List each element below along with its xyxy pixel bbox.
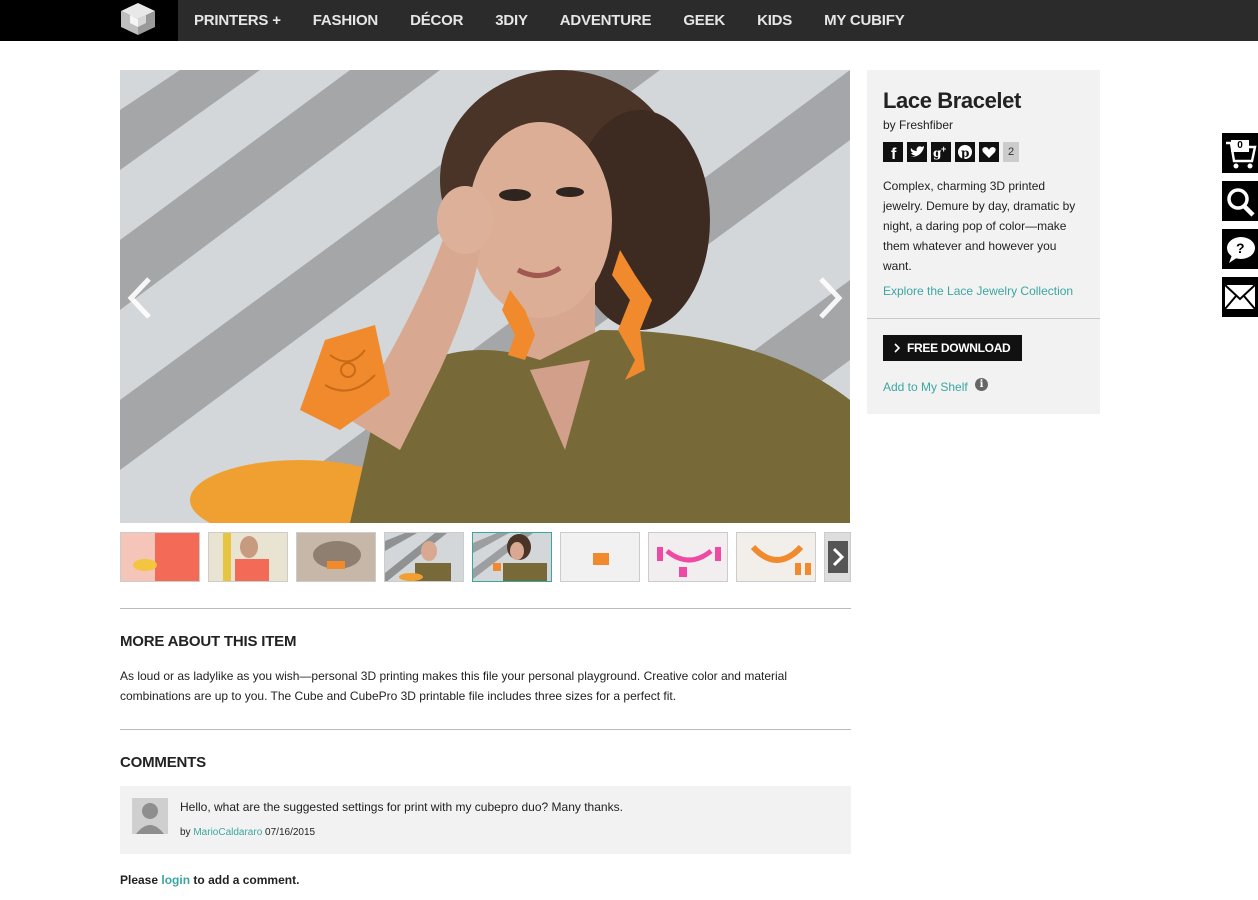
svg-text:f: f: [891, 146, 897, 162]
top-navigation: PRINTERS + FASHION DÉCOR 3DIY ADVENTURE …: [0, 0, 1258, 41]
thumbnail-strip: [120, 532, 851, 582]
nav-item-fashion[interactable]: FASHION: [297, 12, 394, 29]
mail-icon: [1222, 277, 1258, 317]
svg-text:+: +: [941, 144, 946, 154]
social-share-bar: f g + p 2: [883, 142, 1019, 162]
more-about-text: As loud or as ladylike as you wish—perso…: [120, 669, 787, 703]
user-avatar-icon: [132, 798, 168, 834]
cart-count: 0: [1231, 140, 1249, 152]
twitter-icon[interactable]: [907, 142, 927, 162]
product-photo: [120, 70, 850, 523]
nav-item-kids[interactable]: KIDS: [741, 12, 808, 29]
nav-item-adventure[interactable]: ADVENTURE: [544, 12, 668, 29]
login-prefix: Please: [120, 873, 159, 887]
comment-item: Hello, what are the suggested settings f…: [120, 786, 851, 854]
hero-image: [120, 70, 850, 523]
comment-by-prefix: by: [180, 827, 191, 838]
product-description: Complex, charming 3D printed jewelry. De…: [883, 179, 1076, 273]
like-count: 2: [1003, 142, 1019, 162]
cart-icon: [1222, 133, 1258, 173]
thumbnail-6[interactable]: [560, 532, 640, 582]
facebook-icon[interactable]: f: [883, 142, 903, 162]
thumbnail-2[interactable]: [208, 532, 288, 582]
thumbnail-1[interactable]: [120, 532, 200, 582]
add-to-shelf-link[interactable]: Add to My Shelf: [883, 380, 968, 394]
login-prompt: Please login to add a comment.: [120, 873, 299, 887]
thumbnail-next-bg: [828, 541, 848, 573]
thumbnail-3[interactable]: [296, 532, 376, 582]
cubify-logo-icon[interactable]: [118, 1, 158, 37]
comments-title: COMMENTS: [120, 754, 206, 771]
product-author: by Freshfiber: [883, 118, 954, 132]
google-plus-icon[interactable]: g +: [931, 142, 951, 162]
thumbnail-next-button[interactable]: [824, 532, 851, 582]
comment-author-link[interactable]: MarioCaldararo: [193, 827, 262, 838]
login-suffix: to add a comment.: [193, 873, 300, 887]
thumbnail-7[interactable]: [648, 532, 728, 582]
thumbnail-5[interactable]: [472, 532, 552, 582]
help-icon: ?: [1222, 229, 1258, 269]
nav-item-3diy[interactable]: 3DIY: [479, 12, 544, 29]
svg-text:p: p: [961, 146, 969, 160]
search-icon: [1222, 181, 1258, 221]
product-title: Lace Bracelet: [883, 88, 1021, 113]
login-link[interactable]: login: [161, 873, 190, 887]
cart-button[interactable]: 0: [1222, 133, 1258, 173]
info-icon[interactable]: i: [975, 378, 988, 391]
product-panel: Lace Bracelet by Freshfiber f g + p 2 Com…: [867, 70, 1100, 414]
chevron-right-icon: [832, 547, 845, 567]
logo-area: [0, 0, 178, 41]
help-button[interactable]: ?: [1222, 229, 1258, 269]
nav-menu: PRINTERS + FASHION DÉCOR 3DIY ADVENTURE …: [178, 0, 921, 41]
nav-item-printers[interactable]: PRINTERS +: [178, 12, 297, 29]
svg-text:?: ?: [1236, 240, 1245, 256]
hero-prev-arrow[interactable]: [125, 275, 155, 321]
panel-divider: [867, 318, 1100, 319]
pinterest-icon[interactable]: p: [955, 142, 975, 162]
thumbnail-8[interactable]: [736, 532, 816, 582]
free-download-button[interactable]: FREE DOWNLOAD: [883, 335, 1022, 361]
divider-2: [120, 729, 851, 730]
nav-item-decor[interactable]: DÉCOR: [394, 12, 479, 29]
thumbnail-4[interactable]: [384, 532, 464, 582]
avatar: [132, 798, 168, 834]
hero-next-arrow[interactable]: [815, 275, 845, 321]
explore-collection-link[interactable]: Explore the Lace Jewelry Collection: [883, 284, 1073, 298]
contact-button[interactable]: [1222, 277, 1258, 317]
nav-item-geek[interactable]: GEEK: [667, 12, 741, 29]
comment-text: Hello, what are the suggested settings f…: [180, 800, 623, 814]
search-button[interactable]: [1222, 181, 1258, 221]
heart-icon[interactable]: [979, 142, 999, 162]
comment-date: 07/16/2015: [265, 827, 316, 838]
divider-1: [120, 608, 851, 609]
download-label: FREE DOWNLOAD: [907, 341, 1011, 355]
chevron-right-icon: [894, 343, 901, 353]
nav-item-my-cubify[interactable]: MY CUBIFY: [808, 12, 920, 29]
comment-meta: by MarioCaldararo 07/16/2015: [180, 827, 315, 838]
more-about-title: MORE ABOUT THIS ITEM: [120, 633, 297, 650]
